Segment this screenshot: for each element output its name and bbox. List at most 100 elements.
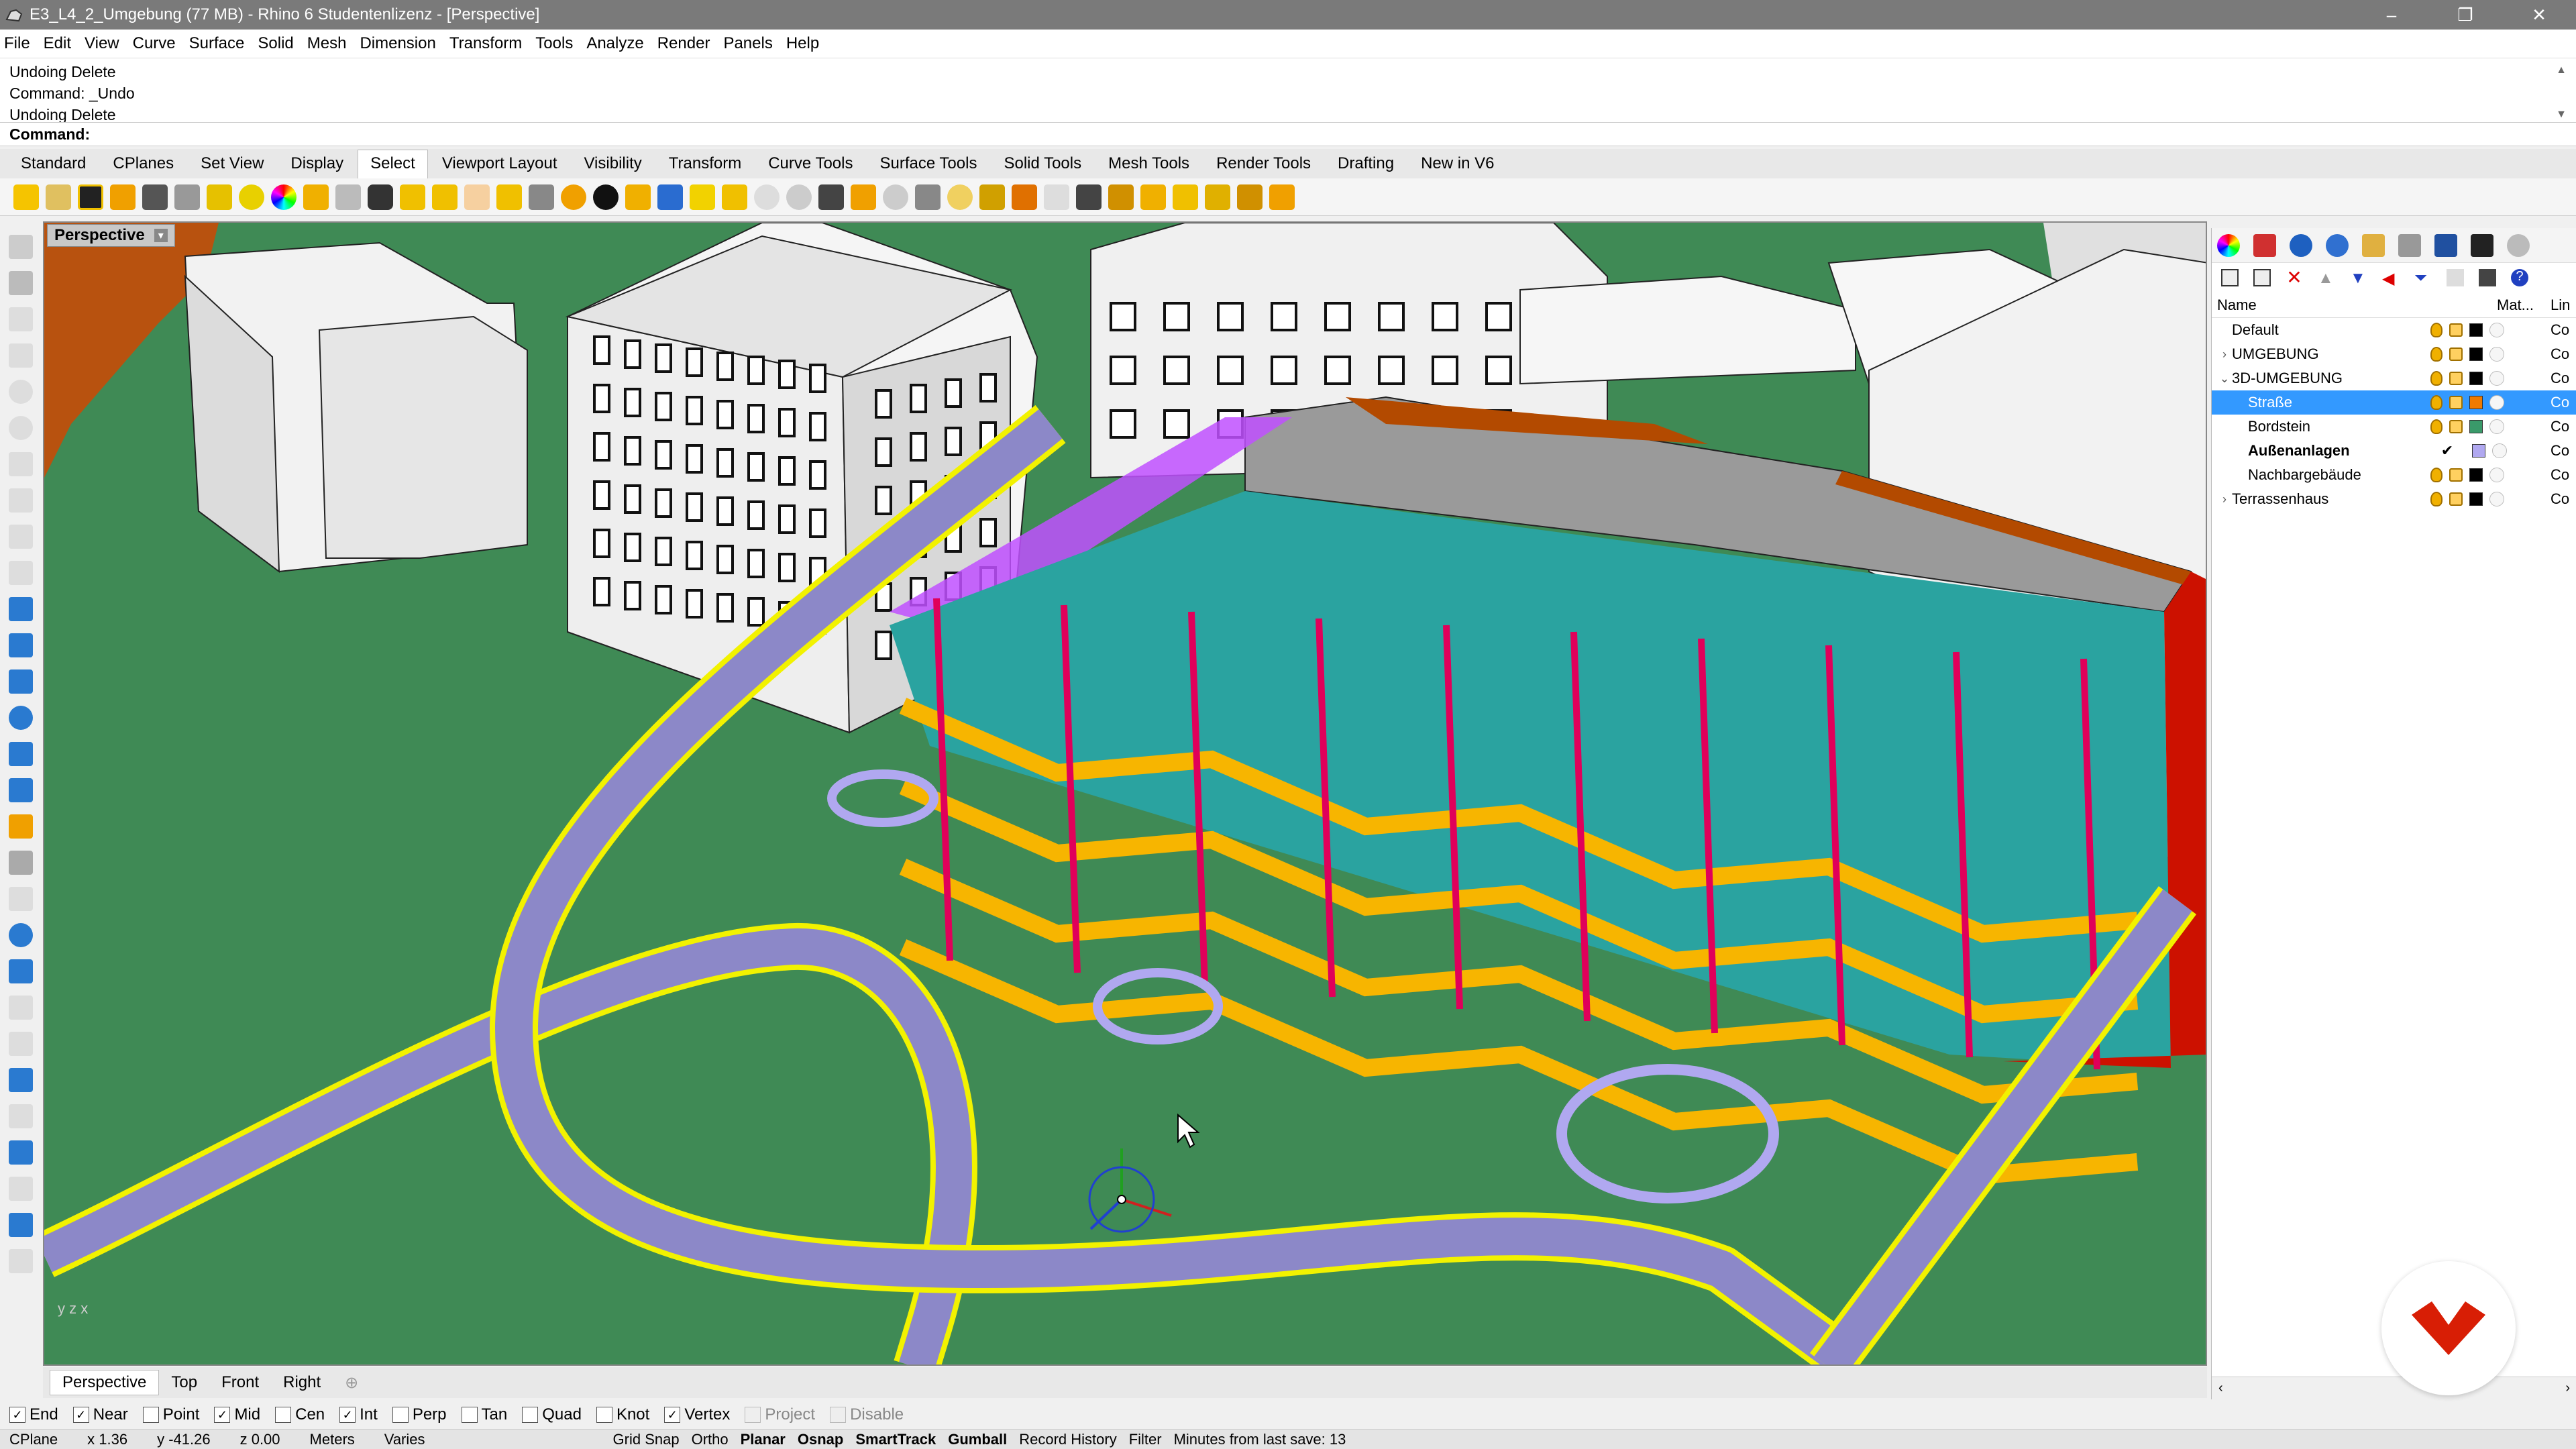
layer-linetype[interactable]: Co [2551, 370, 2569, 387]
layer-row[interactable]: Straße Co [2212, 390, 2576, 415]
layer-row[interactable]: Bordstein Co [2212, 415, 2576, 439]
osnap-checkbox[interactable] [275, 1407, 292, 1423]
lock-icon[interactable] [2449, 492, 2463, 506]
select-color-icon[interactable] [271, 184, 297, 210]
visibility-bulb-icon[interactable] [2430, 371, 2443, 386]
osnap-checkbox[interactable] [142, 1407, 159, 1423]
panel-horizontal-scrollbar[interactable]: ‹ › [2212, 1377, 2576, 1399]
osnap-quad[interactable]: Quad [522, 1405, 582, 1424]
perspective-viewport[interactable]: Perspective ▾ y z x [43, 221, 2207, 1366]
select-lights-icon[interactable] [400, 184, 425, 210]
menu-panels[interactable]: Panels [723, 34, 772, 53]
visibility-bulb-icon[interactable] [2430, 419, 2443, 434]
select-chain-icon[interactable] [818, 184, 844, 210]
array-icon[interactable] [9, 959, 33, 983]
tab-drafting[interactable]: Drafting [1325, 150, 1407, 178]
settings-gear-icon[interactable] [2507, 233, 2530, 257]
select-by-layer-icon[interactable] [561, 184, 586, 210]
menu-view[interactable]: View [85, 34, 119, 53]
menu-mesh[interactable]: Mesh [307, 34, 347, 53]
offset-icon[interactable] [9, 996, 33, 1020]
filter-icon[interactable] [1076, 184, 1102, 210]
layer-linetype[interactable]: Co [2551, 321, 2569, 339]
status-toggle-osnap[interactable]: Osnap [798, 1431, 843, 1448]
menu-render[interactable]: Render [657, 34, 710, 53]
select-group-icon[interactable] [786, 184, 812, 210]
osnap-mid[interactable]: ✓ Mid [214, 1405, 260, 1424]
layer-material-icon[interactable] [2489, 468, 2504, 482]
tab-perspective[interactable]: Perspective [50, 1370, 160, 1395]
select-dimensions-icon[interactable] [1108, 184, 1134, 210]
select-point-cloud-icon[interactable] [335, 184, 361, 210]
header-material[interactable]: Mat... [2497, 297, 2534, 314]
layer-material-icon[interactable] [2489, 395, 2504, 410]
visibility-bulb-icon[interactable] [2430, 492, 2443, 506]
solid-tools-icon[interactable] [9, 1213, 33, 1237]
layer-linetype[interactable]: Co [2551, 345, 2569, 363]
layer-name[interactable]: UMGEBUNG [2232, 345, 2576, 363]
layer-material-icon[interactable] [2489, 419, 2504, 434]
new-sublayer-icon[interactable] [2253, 269, 2271, 286]
osnap-checkbox[interactable]: ✓ [72, 1407, 89, 1423]
layer-material-icon[interactable] [2489, 323, 2504, 337]
select-extrusions-icon[interactable] [625, 184, 651, 210]
curve-icon[interactable] [9, 343, 33, 368]
layer-name[interactable]: Außenanlagen [2248, 442, 2576, 460]
select-text-icon[interactable] [1140, 184, 1166, 210]
osnap-checkbox[interactable]: ✓ [339, 1407, 356, 1423]
layer-name[interactable]: Default [2232, 321, 2576, 339]
osnap-point[interactable]: Point [142, 1405, 199, 1424]
tab-select[interactable]: Select [358, 150, 428, 178]
osnap-checkbox[interactable] [461, 1407, 478, 1423]
filter-layers-icon[interactable]: ⏷ [2414, 269, 2432, 287]
select-torus-icon[interactable] [947, 184, 973, 210]
layer-color-swatch[interactable] [2469, 420, 2483, 433]
select-details-icon[interactable] [1205, 184, 1230, 210]
header-name[interactable]: Name [2217, 297, 2257, 314]
layer-material-icon[interactable] [2492, 443, 2507, 458]
osnap-checkbox[interactable] [830, 1407, 847, 1423]
minimize-button[interactable]: – [2355, 0, 2428, 30]
select-blocks-icon[interactable] [496, 184, 522, 210]
delete-layer-icon[interactable]: ✕ [2286, 268, 2303, 287]
extrude-surface-icon[interactable] [9, 633, 33, 657]
select-last-icon[interactable] [142, 184, 168, 210]
layer-color-swatch[interactable] [2469, 468, 2483, 482]
expand-arrow-icon[interactable]: › [2217, 347, 2232, 362]
menu-surface[interactable]: Surface [189, 34, 245, 53]
add-viewport-icon[interactable]: ⊕ [333, 1371, 370, 1395]
layer-material-icon[interactable] [2489, 492, 2504, 506]
osnap-checkbox[interactable] [392, 1407, 409, 1423]
current-layer[interactable]: Varies [384, 1431, 425, 1448]
select-control-points-icon[interactable] [368, 184, 393, 210]
tab-right[interactable]: Right [271, 1371, 333, 1395]
move-up-icon[interactable]: ▲ [2318, 269, 2335, 287]
layer-row[interactable]: Nachbargebäude Co [2212, 463, 2576, 487]
select-bad-objects-icon[interactable] [851, 184, 876, 210]
expand-arrow-icon[interactable]: ⌄ [2217, 372, 2232, 386]
select-closed-icon[interactable] [722, 184, 747, 210]
dimension-icon[interactable] [9, 851, 33, 875]
layer-color-swatch[interactable] [2472, 444, 2485, 458]
layer-color-swatch[interactable] [2469, 372, 2483, 385]
layer-material-icon[interactable] [2489, 347, 2504, 362]
osnap-vertex[interactable]: ✓ Vertex [664, 1405, 730, 1424]
status-toggle-filter[interactable]: Filter [1129, 1431, 1162, 1448]
point-icon[interactable] [9, 271, 33, 295]
select-duplicates-icon[interactable] [529, 184, 554, 210]
select-surfaces-icon[interactable] [239, 184, 264, 210]
osnap-checkbox[interactable] [745, 1407, 761, 1423]
help-icon[interactable]: ? [2511, 269, 2528, 286]
select-all-icon[interactable] [13, 184, 39, 210]
layer-linetype[interactable]: Co [2551, 466, 2569, 484]
materials-tab-icon[interactable] [2326, 233, 2349, 257]
drafting-icon[interactable] [9, 1249, 33, 1273]
fillet-curve-icon[interactable] [9, 561, 33, 585]
tab-front[interactable]: Front [209, 1371, 271, 1395]
layer-name[interactable]: Terrassenhaus [2232, 490, 2576, 508]
select-name-icon[interactable] [754, 184, 780, 210]
osnap-tan[interactable]: Tan [461, 1405, 507, 1424]
select-arrow-icon[interactable] [9, 235, 33, 259]
layer-name[interactable]: Nachbargebäude [2248, 466, 2576, 484]
layer-color-swatch[interactable] [2469, 347, 2483, 361]
